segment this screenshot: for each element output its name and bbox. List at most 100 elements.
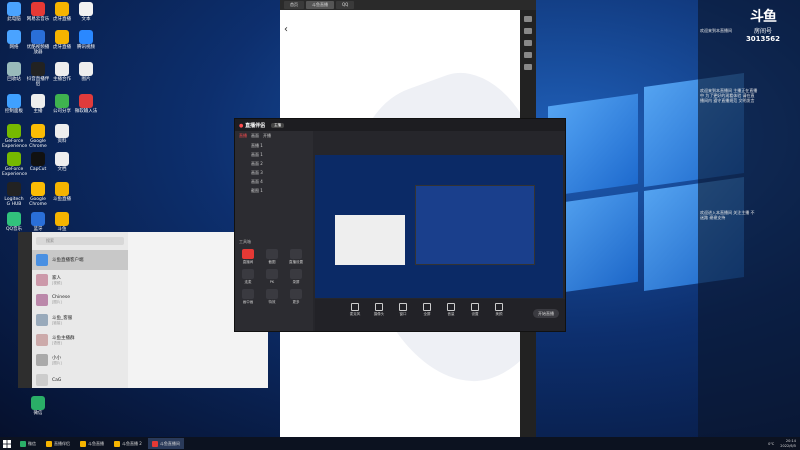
desktop-icon[interactable]: 斗鱼: [50, 212, 74, 232]
desktop-icon[interactable]: 资料: [50, 124, 74, 144]
tool-button[interactable]: 截图: [263, 249, 281, 265]
chat-list-item[interactable]: 斗鱼_客服 [链接]: [32, 310, 128, 330]
chat-preview: [链接]: [52, 320, 62, 325]
chat-sidebar: [18, 232, 32, 388]
source-item[interactable]: 画面 2: [235, 159, 313, 168]
desktop-icon[interactable]: Logitech G HUB: [2, 182, 26, 207]
desktop-icon[interactable]: 抖音直播伴侣: [26, 62, 50, 87]
back-arrow-icon[interactable]: ‹: [284, 24, 288, 35]
tool-button[interactable]: 录屏: [287, 269, 305, 285]
chat-name: CaG: [52, 377, 62, 383]
desktop-icon-label: GeForce Experience: [2, 139, 28, 149]
desktop-icon[interactable]: 图片: [74, 62, 98, 82]
stream-tab[interactable]: 画面: [251, 133, 259, 139]
chat-window[interactable]: 搜索 斗鱼直播客户端 家人 [视频] Chinese [图片] 斗鱼_客服 [链接] 斗鱼主播…: [18, 232, 268, 388]
desktop-icon-label: 微软输入法: [74, 109, 98, 114]
control-button[interactable]: 摄像头: [369, 301, 389, 317]
taskbar-button[interactable]: 斗鱼直播间: [147, 438, 184, 449]
desktop-icon-label: 资料: [57, 139, 67, 144]
chat-list-item[interactable]: 斗鱼主播群 [语音]: [32, 330, 128, 350]
source-item[interactable]: 截图 1: [235, 186, 313, 195]
app-icon: [31, 212, 45, 226]
tool-button[interactable]: 画中画: [239, 289, 257, 305]
tool-button[interactable]: PK: [263, 269, 281, 284]
desktop-icon[interactable]: 微软输入法: [74, 94, 98, 114]
stream-app-window[interactable]: ● 直播伴侣 主播 直播 画面 开播 直播 1 画面 1 画面 2 画面 3 画面 4截…: [234, 118, 566, 332]
source-item[interactable]: 画面 3: [235, 168, 313, 177]
source-item[interactable]: 画面 4: [235, 177, 313, 186]
start-live-button[interactable]: 开始直播: [533, 309, 559, 318]
chat-list-item[interactable]: 小小 [图片]: [32, 350, 128, 370]
desktop-icon[interactable]: Google Chrome: [26, 124, 50, 149]
toolbar-button[interactable]: [524, 52, 532, 58]
desktop-icon[interactable]: 文本: [74, 2, 98, 22]
control-icon: [447, 303, 455, 311]
toolbar-button[interactable]: [524, 28, 532, 34]
tool-label: 特效: [268, 300, 276, 304]
tool-icon: [266, 249, 278, 259]
desktop-icon[interactable]: 虎牙直播: [50, 30, 74, 50]
control-button[interactable]: 音量: [441, 301, 461, 317]
desktop-icon[interactable]: CapCut: [26, 152, 50, 172]
desktop-icon[interactable]: 主播: [26, 94, 50, 114]
chat-search-input[interactable]: 搜索: [36, 237, 124, 245]
control-button[interactable]: 设置: [465, 301, 485, 317]
desktop-icon[interactable]: 主播合作: [50, 62, 74, 82]
toolbar-button[interactable]: [524, 16, 532, 22]
chat-list-item[interactable]: 家人 [视频]: [32, 270, 128, 290]
tool-button[interactable]: 更多: [287, 289, 305, 305]
tool-button[interactable]: 连麦: [239, 269, 257, 285]
desktop-icon[interactable]: 优酷视频播放器: [26, 30, 50, 55]
desktop-icon[interactable]: 控制面板: [2, 94, 26, 114]
tool-button[interactable]: 直播设置: [287, 249, 305, 265]
toolbar-button[interactable]: [524, 40, 532, 46]
control-button[interactable]: 全屏: [417, 301, 437, 317]
source-item[interactable]: 画面 1: [235, 150, 313, 159]
desktop-icon[interactable]: 此电脑: [2, 2, 26, 22]
taskbar-button[interactable]: 斗鱼直播 2: [110, 438, 146, 449]
desktop-icon-label: 虎牙直播: [53, 45, 71, 50]
desktop-icon[interactable]: GeForce Experience: [2, 152, 27, 177]
desktop-icon[interactable]: QQ音乐: [2, 212, 26, 232]
desktop-icon[interactable]: 腾讯视频: [74, 30, 98, 50]
control-button[interactable]: 窗口: [393, 301, 413, 317]
stream-bottom-toolbar: 麦克风 摄像头 窗口 全屏 音量 设置 美颜 开始直播: [315, 299, 565, 331]
control-button[interactable]: 美颜: [489, 301, 509, 317]
tool-icon: [242, 289, 254, 299]
phone-tab[interactable]: 斗鱼直播: [306, 1, 334, 9]
desktop-icon[interactable]: GeForce Experience: [2, 124, 28, 149]
desktop-icon[interactable]: 虎牙直播: [50, 2, 74, 22]
desktop-icon[interactable]: 微信: [26, 396, 50, 416]
control-button[interactable]: 麦克风: [345, 301, 365, 317]
tool-button[interactable]: 特效: [263, 289, 281, 305]
taskbar-button[interactable]: 微信: [16, 438, 40, 449]
desktop-icon[interactable]: 蓝牙: [26, 212, 50, 232]
tool-label: 更多: [292, 300, 300, 304]
control-icon: [471, 303, 479, 311]
chat-list-item[interactable]: Chinese [图片]: [32, 290, 128, 310]
tool-button[interactable]: 直播间: [239, 249, 257, 265]
desktop-icon[interactable]: 文档: [50, 152, 74, 172]
taskbar-button[interactable]: 直播伴侣: [42, 438, 74, 449]
control-label: 摄像头: [373, 312, 385, 316]
desktop-icon[interactable]: 公司分享: [50, 94, 74, 114]
stream-title-bar: ● 直播伴侣 主播: [235, 119, 565, 131]
stream-tab[interactable]: 开播: [263, 133, 271, 139]
phone-tab[interactable]: QQ: [336, 1, 355, 9]
desktop-icon[interactable]: 回收站: [2, 62, 26, 82]
desktop-icon-label: 斗鱼直播: [53, 197, 71, 202]
desktop-icon[interactable]: 网易云音乐: [26, 2, 50, 22]
control-label: 麦克风: [349, 312, 361, 316]
chat-list-item[interactable]: 斗鱼直播客户端: [32, 250, 128, 270]
source-item[interactable]: 直播 1: [235, 141, 313, 150]
desktop-icon-label: 主播合作: [53, 77, 71, 82]
chat-list-item[interactable]: CaG: [32, 370, 128, 390]
desktop-icon[interactable]: 网络: [2, 30, 26, 50]
desktop-icon[interactable]: 斗鱼直播: [50, 182, 74, 202]
phone-tab[interactable]: 首页: [284, 1, 304, 9]
toolbar-button[interactable]: [524, 64, 532, 70]
start-button[interactable]: [0, 437, 14, 450]
stream-tab[interactable]: 直播: [239, 133, 247, 139]
desktop-icon[interactable]: Google Chrome: [26, 182, 50, 207]
taskbar-button[interactable]: 斗鱼直播: [76, 438, 108, 449]
